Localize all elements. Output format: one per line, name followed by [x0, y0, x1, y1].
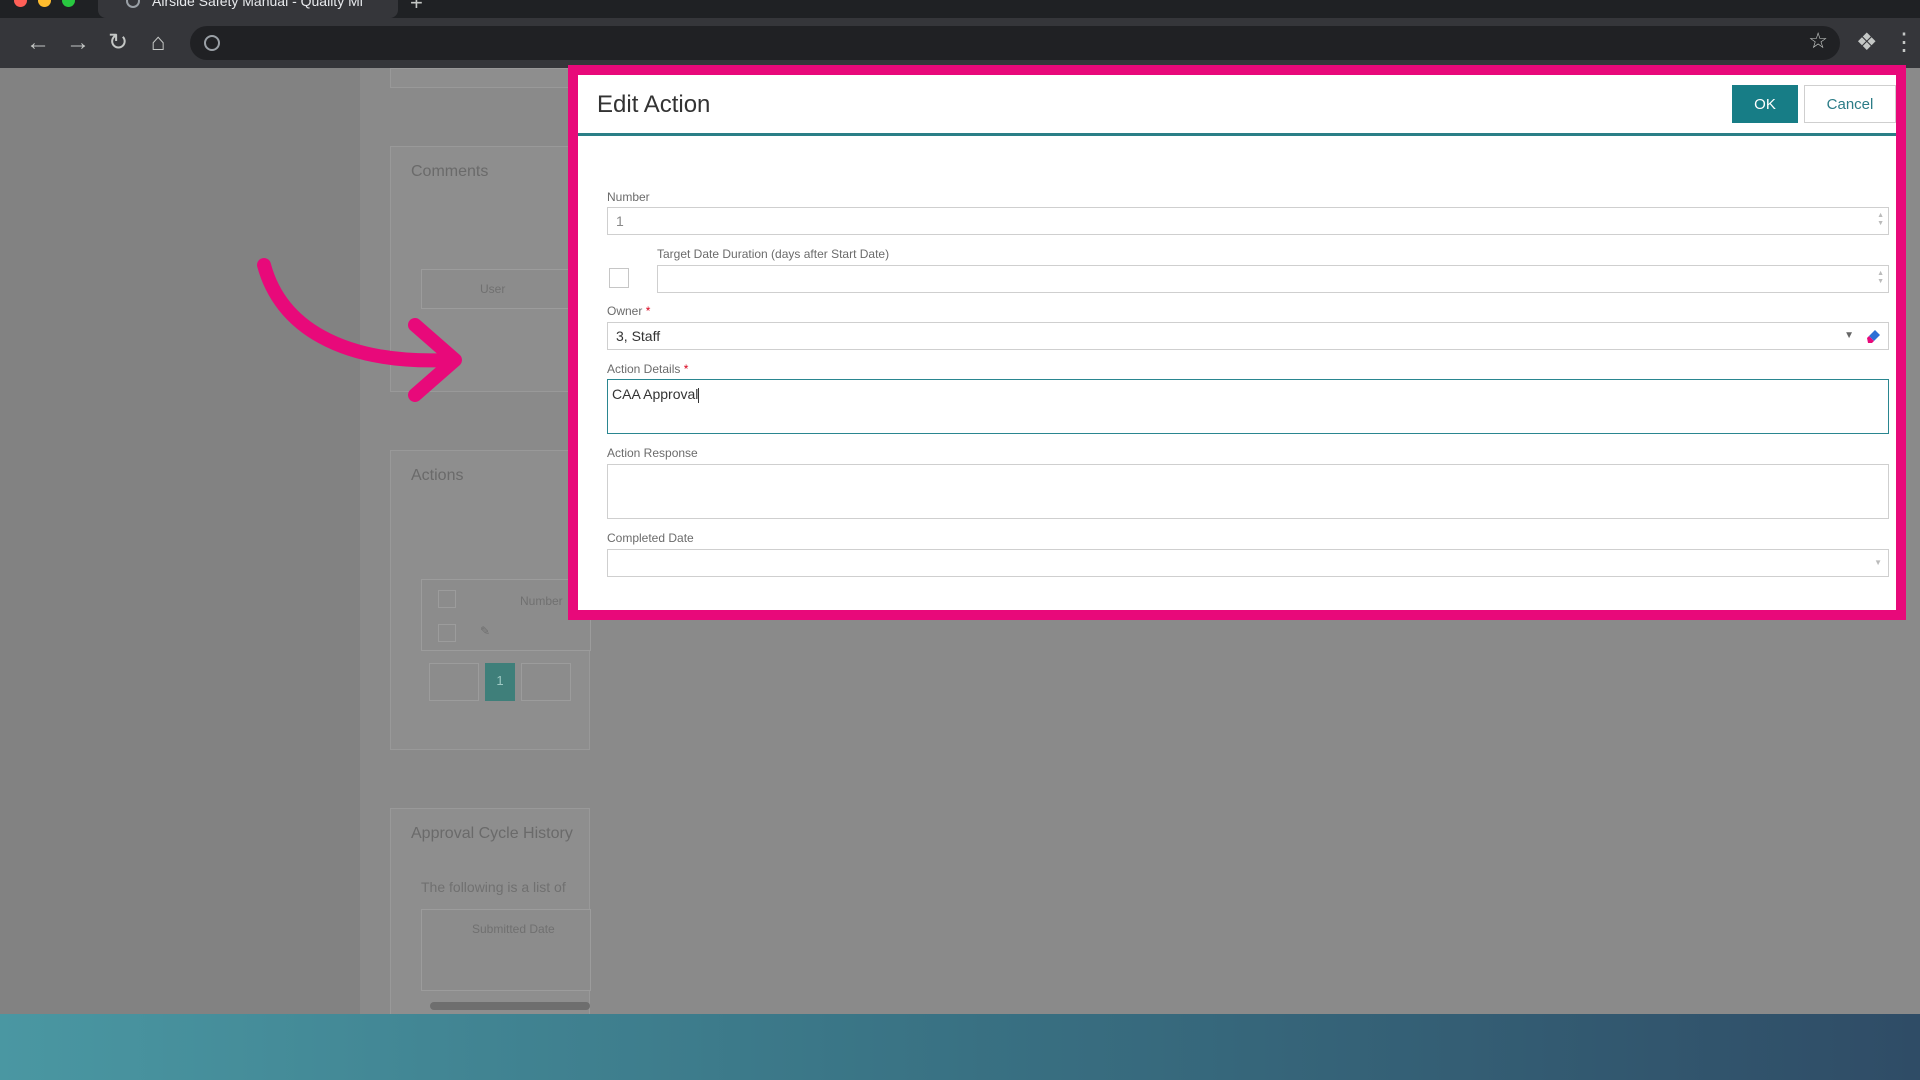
approval-description: The following is a list of: [421, 879, 566, 895]
top-panel: [390, 68, 590, 88]
bottom-gradient-band: [0, 1014, 1920, 1080]
submitted-date-column-header: Submitted Date: [472, 922, 555, 936]
number-label: Number: [607, 190, 650, 204]
action-details-required-mark: *: [683, 362, 689, 376]
star-icon[interactable]: ☆: [1808, 28, 1828, 54]
target-date-checkbox[interactable]: [609, 268, 629, 288]
menu-icon[interactable]: ⋮: [1892, 18, 1916, 68]
new-tab-icon[interactable]: +: [410, 0, 423, 16]
reload-icon[interactable]: ↻: [100, 18, 136, 68]
number-spinner-icon[interactable]: ▲ ▼: [1877, 212, 1884, 228]
browser-tab[interactable]: Airside Safety Manual - Quality Mi: [98, 0, 398, 18]
number-input[interactable]: 1 ▲ ▼: [607, 207, 1889, 235]
forward-icon[interactable]: →: [60, 18, 96, 68]
left-sidebar-dimmed: [0, 68, 360, 1014]
ok-button[interactable]: OK: [1732, 85, 1798, 123]
owner-select[interactable]: 3, Staff ▼: [607, 322, 1889, 350]
extensions-icon[interactable]: ❖: [1856, 18, 1878, 68]
actions-title: Actions: [411, 467, 464, 484]
completed-date-label: Completed Date: [607, 531, 694, 545]
action-details-value: CAA Approval: [612, 386, 699, 402]
edit-action-dialog: Edit Action OK Cancel Number 1 ▲ ▼ Target…: [568, 65, 1906, 620]
maximize-window-icon[interactable]: [62, 0, 75, 7]
approval-title: Approval Cycle History: [411, 825, 573, 842]
completed-date-input[interactable]: ▼: [607, 549, 1889, 577]
target-date-duration-input[interactable]: ▲ ▼: [657, 265, 1889, 293]
approval-panel: Approval Cycle History The following is …: [390, 808, 591, 1014]
text-cursor: [698, 387, 700, 403]
prev-page-button[interactable]: [429, 663, 479, 701]
action-details-textarea[interactable]: CAA Approval: [607, 379, 1889, 434]
row-checkbox[interactable]: [438, 624, 456, 642]
home-icon[interactable]: ⌂: [140, 18, 176, 68]
date-dropdown-icon[interactable]: ▼: [1874, 550, 1882, 576]
page-1-button[interactable]: 1: [485, 663, 515, 701]
owner-label-text: Owner: [607, 304, 643, 318]
address-bar[interactable]: ☆: [190, 26, 1840, 60]
dialog-header: Edit Action OK Cancel: [578, 75, 1896, 136]
arrow-icon: [257, 258, 462, 402]
actions-panel: Actions ✎ Number 1: [390, 450, 591, 750]
close-window-icon[interactable]: [14, 0, 27, 7]
minimize-window-icon[interactable]: [38, 0, 51, 7]
target-date-duration-label: Target Date Duration (days after Start D…: [657, 247, 890, 261]
eraser-icon[interactable]: [1866, 328, 1882, 344]
select-all-checkbox[interactable]: [438, 590, 456, 608]
browser-toolbar: ← → ↻ ⌂ ☆ ❖ ⋮: [0, 18, 1920, 68]
browser-tabstrip: Airside Safety Manual - Quality Mi +: [0, 0, 1920, 18]
dialog-title: Edit Action: [597, 91, 711, 118]
approval-table: Submitted Date: [421, 909, 591, 991]
action-response-label: Action Response: [607, 446, 698, 460]
actions-table: ✎ Number: [421, 579, 591, 651]
favicon-icon: [126, 0, 140, 8]
number-column-header: Number: [520, 594, 563, 608]
horizontal-scrollbar[interactable]: [430, 1002, 590, 1010]
number-value: 1: [616, 213, 624, 229]
globe-icon: [204, 35, 220, 51]
owner-required-mark: *: [645, 304, 651, 318]
back-icon[interactable]: ←: [20, 18, 56, 68]
comments-title: Comments: [411, 163, 489, 180]
tab-title: Airside Safety Manual - Quality Mi: [152, 0, 363, 9]
action-details-label: Action Details *: [607, 362, 688, 376]
action-details-label-text: Action Details: [607, 362, 681, 376]
cancel-button[interactable]: Cancel: [1804, 85, 1896, 123]
next-page-button[interactable]: [521, 663, 571, 701]
action-response-textarea[interactable]: [607, 464, 1889, 519]
owner-value: 3, Staff: [616, 328, 661, 344]
pencil-icon[interactable]: ✎: [480, 624, 490, 638]
user-column-header: User: [480, 282, 506, 296]
target-date-spinner-icon[interactable]: ▲ ▼: [1877, 270, 1884, 286]
chevron-down-icon[interactable]: ▼: [1844, 323, 1854, 349]
owner-label: Owner *: [607, 304, 650, 318]
